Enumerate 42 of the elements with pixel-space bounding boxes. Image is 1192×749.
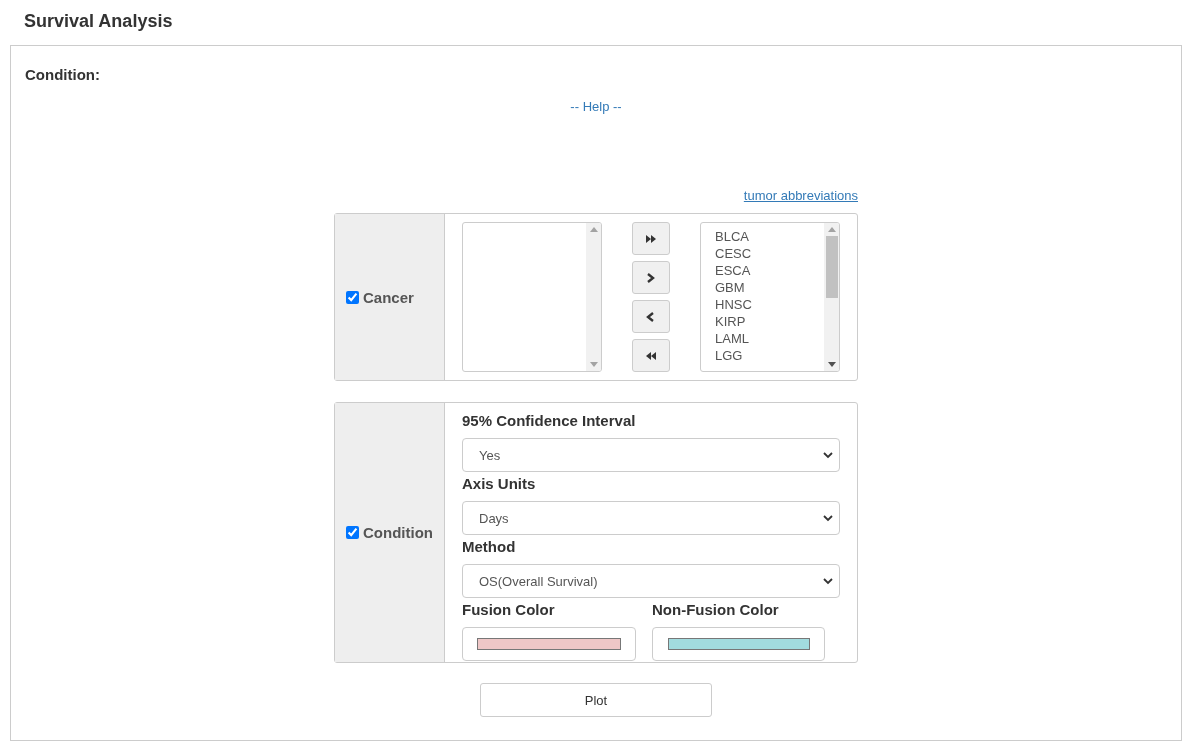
field-label: Method	[462, 537, 517, 557]
help-link[interactable]: -- Help --	[570, 99, 622, 114]
color-field[interactable]	[652, 627, 825, 661]
field-label: Non-Fusion Color	[652, 600, 780, 620]
section-label: Condition:	[25, 66, 100, 83]
color-field[interactable]	[462, 627, 636, 661]
move-button[interactable]	[632, 300, 670, 333]
scroll-up-icon[interactable]	[827, 227, 836, 232]
checkbox[interactable]	[346, 526, 359, 539]
scrollbar[interactable]	[824, 223, 839, 371]
checkbox-label: Cancer	[363, 288, 414, 306]
list-item[interactable]: ESCA	[715, 262, 751, 279]
select-field[interactable]: OS(Overall Survival)	[462, 564, 840, 598]
checkbox[interactable]	[346, 290, 359, 304]
chevron-down-icon	[823, 514, 833, 522]
list-item[interactable]: GBM	[715, 279, 745, 296]
move-button[interactable]	[632, 222, 670, 255]
list-item[interactable]: LAML	[715, 330, 749, 347]
double-triangle-left-icon	[644, 349, 658, 362]
chevron-down-icon	[823, 577, 833, 585]
field-label: Axis Units	[462, 474, 537, 494]
double-triangle-right-icon	[644, 232, 658, 245]
list-item[interactable]: HNSC	[715, 296, 752, 313]
move-button[interactable]	[632, 261, 670, 294]
select-field[interactable]: Yes	[462, 438, 840, 472]
abbreviations-link[interactable]: tumor abbreviations	[743, 188, 858, 203]
select-field[interactable]: Days	[462, 501, 840, 535]
list-item[interactable]: BLCA	[715, 228, 749, 245]
scroll-down-icon[interactable]	[827, 362, 836, 367]
list-item[interactable]: LGG	[715, 347, 743, 364]
list-box[interactable]: BLCA CESC ESCA GBM HNSC KIRP LAML LGG	[700, 222, 840, 372]
page-title: Survival Analysis	[24, 10, 174, 33]
scroll-up-icon[interactable]	[589, 227, 598, 232]
plot-button[interactable]: Plot	[480, 683, 712, 717]
field-label: 95% Confidence Interval	[462, 411, 637, 431]
chevron-down-icon	[823, 451, 833, 459]
checkbox-label: Condition	[363, 524, 433, 541]
scrollbar[interactable]	[586, 223, 601, 371]
move-button[interactable]	[632, 339, 670, 372]
list-item[interactable]: KIRP	[715, 313, 746, 330]
list-item[interactable]: CESC	[715, 245, 752, 262]
field-label: Fusion Color	[462, 600, 556, 620]
